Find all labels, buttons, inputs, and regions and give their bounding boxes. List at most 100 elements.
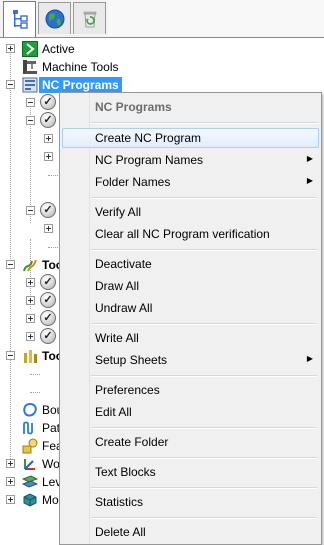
- menu-item-label: Preferences: [95, 383, 160, 397]
- tree-item-label: Mo: [42, 493, 59, 507]
- menu-item-undraw-all[interactable]: Undraw All: [62, 298, 319, 318]
- menu-item-label: Edit All: [95, 405, 132, 419]
- menu-item-label: Write All: [95, 331, 139, 345]
- submenu-arrow-icon: ▶: [306, 154, 313, 163]
- menu-item-label: Clear all NC Program verification: [95, 227, 270, 241]
- menu-header-label: NC Programs: [95, 100, 172, 114]
- menu-item-folder-names[interactable]: Folder Names ▶: [62, 172, 319, 192]
- tree-hierarchy-icon: [13, 10, 28, 29]
- collapse-toggle[interactable]: [6, 351, 15, 360]
- tab-strip-filler: [108, 0, 324, 36]
- verified-check-icon: ✓: [40, 292, 56, 308]
- expand-toggle[interactable]: [26, 314, 35, 323]
- menu-item-label: NC Program Names: [95, 153, 204, 167]
- menu-item-write-all[interactable]: Write All: [62, 328, 319, 348]
- menu-item-statistics[interactable]: Statistics: [62, 492, 319, 512]
- menu-separator: [91, 457, 317, 459]
- explorer-tab[interactable]: [3, 1, 36, 37]
- expand-toggle[interactable]: [6, 459, 15, 468]
- menu-separator: [91, 427, 317, 429]
- tree-item-label: NC Programs: [39, 77, 122, 93]
- machine-tool-icon: [23, 60, 37, 74]
- menu-item-edit-all[interactable]: Edit All: [62, 402, 319, 422]
- menu-separator: [91, 517, 317, 519]
- tool-icon: [24, 350, 37, 363]
- submenu-arrow-icon: ▶: [306, 176, 313, 185]
- menu-item-preferences[interactable]: Preferences: [62, 380, 319, 400]
- menu-item-label: Draw All: [95, 279, 140, 293]
- pattern-icon: [23, 421, 33, 435]
- menu-separator: [91, 487, 317, 489]
- model-icon: [23, 493, 37, 507]
- verified-check-icon: ✓: [40, 202, 56, 218]
- menu-item-delete-all[interactable]: Delete All: [62, 522, 319, 542]
- context-menu: NC Programs Create NC Program NC Program…: [59, 92, 322, 545]
- menu-separator: [91, 375, 317, 377]
- menu-item-draw-all[interactable]: Draw All: [62, 276, 319, 296]
- menu-item-create-nc-program[interactable]: Create NC Program: [62, 128, 319, 148]
- expand-toggle[interactable]: [44, 134, 53, 143]
- menu-item-nc-program-names[interactable]: NC Program Names ▶: [62, 150, 319, 170]
- boundary-icon: [23, 402, 37, 417]
- collapse-toggle[interactable]: [26, 98, 35, 107]
- globe-icon: [45, 9, 65, 29]
- submenu-arrow-icon: ▶: [306, 354, 313, 363]
- menu-item-label: Folder Names: [95, 175, 171, 189]
- menu-separator: [91, 122, 317, 124]
- tree-item-label: Wo: [42, 457, 60, 471]
- tree-item-active[interactable]: Active: [0, 40, 324, 58]
- tree-connector: [48, 175, 58, 177]
- recycle-bin-icon: [83, 11, 97, 28]
- levels-icon: [22, 475, 38, 488]
- expand-toggle[interactable]: [26, 278, 35, 287]
- menu-separator: [91, 323, 317, 325]
- menu-item-text-blocks[interactable]: Text Blocks: [62, 462, 319, 482]
- menu-item-label: Verify All: [95, 205, 142, 219]
- tree-item-label: Machine Tools: [42, 60, 119, 74]
- menu-item-label: Delete All: [95, 525, 146, 539]
- menu-item-clear-verification[interactable]: Clear all NC Program verification: [62, 224, 319, 244]
- expand-toggle[interactable]: [44, 152, 53, 161]
- menu-item-label: Create NC Program: [95, 131, 202, 145]
- tree-item-label: Active: [42, 42, 75, 56]
- tree-item-machine-tools[interactable]: Machine Tools: [0, 58, 324, 76]
- expand-toggle[interactable]: [6, 495, 15, 504]
- menu-item-label: Deactivate: [95, 257, 152, 271]
- tree-connector: [30, 392, 40, 394]
- menu-separator: [91, 197, 317, 199]
- workplane-icon: [24, 459, 35, 470]
- active-arrow-icon: [22, 41, 38, 57]
- menu-item-verify-all[interactable]: Verify All: [62, 202, 319, 222]
- menu-item-setup-sheets[interactable]: Setup Sheets ▶: [62, 350, 319, 370]
- menu-item-deactivate[interactable]: Deactivate: [62, 254, 319, 274]
- menu-header: NC Programs: [62, 97, 319, 117]
- verified-check-icon: ✓: [40, 310, 56, 326]
- nc-programs-icon: [22, 77, 38, 93]
- toolpath-icon: [23, 259, 37, 272]
- expand-toggle[interactable]: [6, 44, 15, 53]
- collapse-toggle[interactable]: [6, 260, 15, 269]
- collapse-toggle[interactable]: [6, 80, 15, 89]
- collapse-toggle[interactable]: [26, 116, 35, 125]
- verified-check-icon: ✓: [40, 328, 56, 344]
- collapse-toggle[interactable]: [26, 206, 35, 215]
- menu-item-label: Text Blocks: [95, 465, 156, 479]
- feature-set-icon: [22, 438, 38, 454]
- menu-item-label: Create Folder: [95, 435, 169, 449]
- menu-item-create-folder[interactable]: Create Folder: [62, 432, 319, 452]
- menu-item-label: Setup Sheets: [95, 353, 168, 367]
- expand-toggle[interactable]: [6, 477, 15, 486]
- menu-separator: [91, 249, 317, 251]
- tree-connector: [30, 374, 40, 376]
- explorer-tab-strip: [0, 0, 324, 38]
- globe-tab[interactable]: [38, 2, 71, 34]
- verified-check-icon: ✓: [40, 112, 56, 128]
- expand-toggle[interactable]: [26, 296, 35, 305]
- menu-item-label: Statistics: [95, 495, 144, 509]
- verified-check-icon: ✓: [40, 274, 56, 290]
- recycle-tab[interactable]: [73, 2, 106, 34]
- verified-check-icon: ✓: [40, 94, 56, 110]
- expand-toggle[interactable]: [26, 332, 35, 341]
- expand-toggle[interactable]: [44, 224, 53, 233]
- tree-item-label: Pat: [42, 421, 61, 435]
